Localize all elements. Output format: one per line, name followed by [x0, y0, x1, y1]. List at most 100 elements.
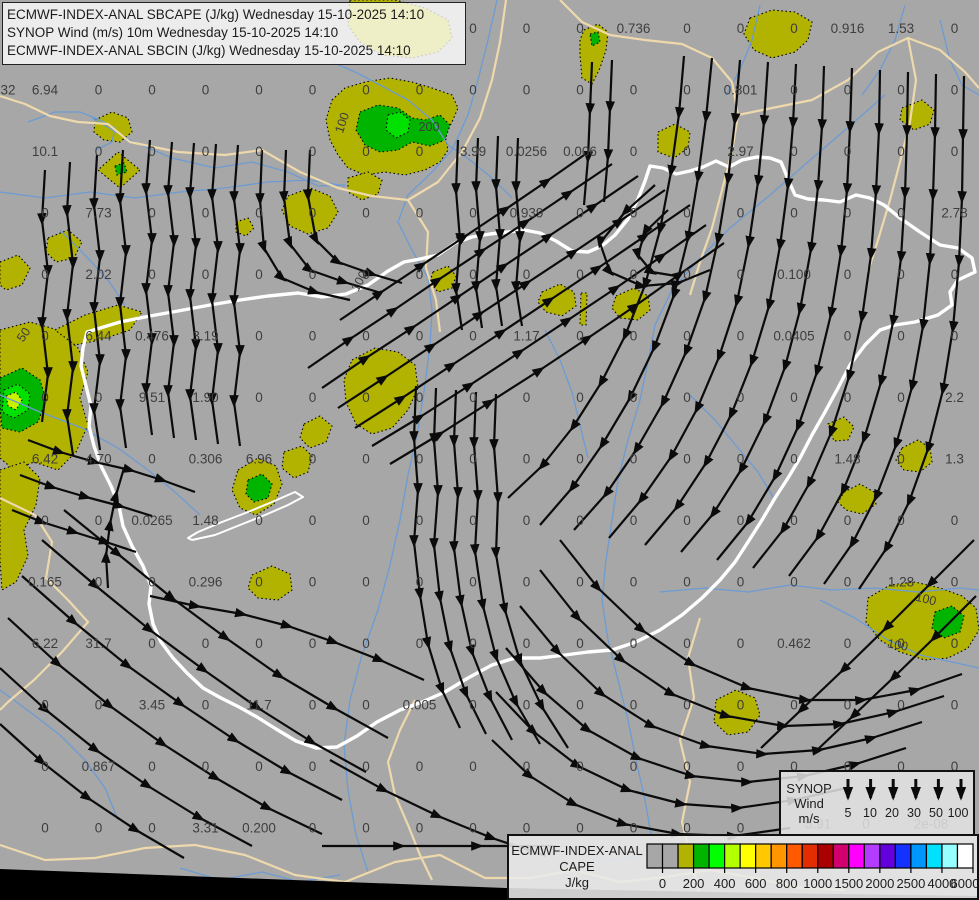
svg-text:0: 0	[95, 821, 103, 836]
svg-text:6.44: 6.44	[85, 329, 112, 344]
cape-swatch	[910, 843, 928, 869]
cape-tick-label: 1000	[803, 876, 832, 891]
svg-text:0: 0	[630, 698, 638, 713]
svg-text:0: 0	[576, 206, 584, 221]
svg-text:0: 0	[469, 452, 477, 467]
svg-text:0: 0	[630, 575, 638, 590]
cape-swatch	[708, 843, 726, 869]
svg-text:0: 0	[255, 759, 263, 774]
svg-text:0: 0	[309, 83, 317, 98]
svg-text:4.70: 4.70	[85, 452, 111, 467]
svg-text:0: 0	[95, 698, 103, 713]
svg-text:0: 0	[95, 390, 103, 405]
wind-speed-label: 10	[863, 806, 877, 820]
svg-text:0: 0	[362, 206, 370, 221]
svg-text:0: 0	[897, 698, 905, 713]
svg-text:6.22: 6.22	[32, 636, 58, 651]
svg-text:0: 0	[630, 206, 638, 221]
svg-text:0: 0	[630, 83, 638, 98]
svg-text:0.916: 0.916	[831, 21, 865, 36]
svg-text:0: 0	[951, 636, 959, 651]
svg-text:0: 0	[844, 513, 852, 528]
svg-text:0: 0	[469, 206, 477, 221]
svg-text:0.0256: 0.0256	[506, 144, 547, 159]
svg-text:0: 0	[469, 759, 477, 774]
svg-text:0: 0	[737, 329, 745, 344]
svg-text:0: 0	[897, 513, 905, 528]
svg-text:0: 0	[469, 21, 477, 36]
svg-text:0: 0	[202, 636, 210, 651]
svg-text:6.42: 6.42	[32, 452, 58, 467]
cape-swatch	[770, 843, 788, 869]
svg-text:0: 0	[790, 575, 798, 590]
svg-text:0: 0	[576, 267, 584, 282]
svg-text:0: 0	[148, 83, 156, 98]
svg-text:0.165: 0.165	[28, 575, 62, 590]
svg-text:0: 0	[897, 452, 905, 467]
cape-color-bar: 0 200 400 600 800 1000 1500 2000 2500 40006000	[646, 843, 979, 891]
svg-text:0: 0	[416, 390, 424, 405]
svg-text:0: 0	[416, 144, 424, 159]
wind-speed-label: 50	[929, 806, 943, 820]
svg-text:0: 0	[255, 513, 263, 528]
svg-text:0: 0	[416, 329, 424, 344]
title-line-sbcin: ECMWF-INDEX-ANAL SBCIN (J/kg) Wednesday …	[7, 43, 411, 58]
svg-text:0: 0	[41, 759, 49, 774]
cape-swatch	[786, 843, 803, 869]
svg-text:10.1: 10.1	[32, 144, 58, 159]
svg-text:0: 0	[790, 144, 798, 159]
svg-text:0: 0	[576, 759, 584, 774]
svg-text:0: 0	[683, 575, 691, 590]
svg-text:0: 0	[523, 390, 531, 405]
cape-swatch	[848, 843, 865, 869]
cape-swatch	[677, 843, 695, 869]
svg-text:0: 0	[576, 83, 584, 98]
svg-text:0: 0	[416, 452, 424, 467]
svg-text:0: 0	[309, 759, 317, 774]
cape-swatch	[692, 843, 710, 869]
svg-text:0: 0	[362, 452, 370, 467]
svg-text:0: 0	[255, 329, 263, 344]
cape-swatch	[661, 843, 679, 869]
svg-text:0.939: 0.939	[510, 206, 544, 221]
svg-text:0: 0	[683, 513, 691, 528]
wind-legend-units: m/s	[798, 810, 820, 826]
svg-text:0: 0	[255, 267, 263, 282]
svg-text:0: 0	[576, 390, 584, 405]
svg-text:0: 0	[844, 390, 852, 405]
svg-text:0: 0	[951, 83, 959, 98]
svg-text:0: 0	[41, 206, 49, 221]
svg-text:0: 0	[362, 144, 370, 159]
svg-text:1.28: 1.28	[888, 575, 914, 590]
svg-text:0: 0	[790, 83, 798, 98]
svg-text:0: 0	[951, 329, 959, 344]
svg-text:0: 0	[844, 267, 852, 282]
svg-text:0: 0	[148, 759, 156, 774]
cape-tick-label: 2500	[896, 876, 925, 891]
svg-text:0: 0	[523, 83, 531, 98]
svg-text:0: 0	[576, 452, 584, 467]
svg-text:0: 0	[737, 575, 745, 590]
map-background	[0, 0, 979, 900]
cape-tick-label: 200	[683, 876, 705, 891]
svg-text:9.51: 9.51	[139, 390, 165, 405]
svg-text:32: 32	[0, 83, 15, 98]
svg-text:0: 0	[576, 21, 584, 36]
svg-text:0: 0	[737, 513, 745, 528]
svg-text:3.99: 3.99	[460, 144, 486, 159]
svg-text:0: 0	[630, 267, 638, 282]
weather-map-canvas: 0 0 0 0.736 0 0 0 0.916 1.53 0 6.94 0 0 0 0 0 0 0 0 0 0 0 0 0.8…	[0, 0, 979, 900]
svg-text:0: 0	[41, 390, 49, 405]
wind-speed-labels: 5 10 20 30 50 100	[837, 806, 973, 820]
svg-text:0: 0	[790, 21, 798, 36]
wind-speed-label: 20	[885, 806, 899, 820]
cape-swatch	[879, 843, 896, 869]
svg-text:31.7: 31.7	[85, 636, 111, 651]
cape-legend: ECMWF-INDEX-ANAL CAPE J/kg 0 200 400 600 800…	[507, 834, 979, 900]
svg-text:2.2: 2.2	[945, 390, 964, 405]
svg-text:0: 0	[362, 636, 370, 651]
svg-text:1.53: 1.53	[888, 21, 914, 36]
svg-text:0: 0	[844, 636, 852, 651]
svg-text:0: 0	[469, 83, 477, 98]
svg-text:0: 0	[630, 144, 638, 159]
